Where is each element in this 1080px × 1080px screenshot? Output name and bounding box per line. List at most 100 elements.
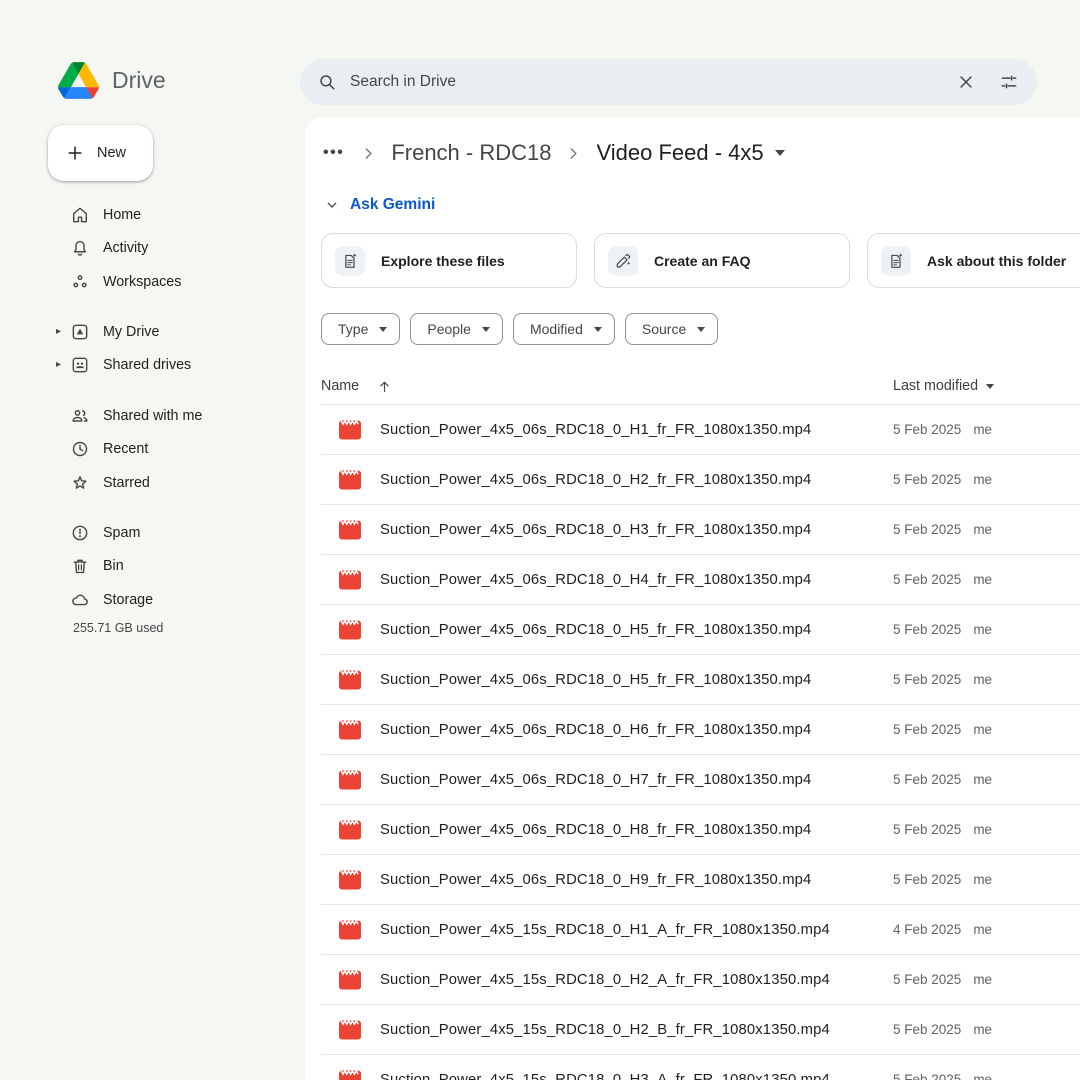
file-name-cell: Suction_Power_4x5_06s_RDC18_0_H7_fr_FR_1… (321, 769, 893, 791)
dropdown-caret-icon (594, 327, 602, 332)
last-modified-cell: 5 Feb 2025 me (893, 522, 992, 537)
file-name: Suction_Power_4x5_06s_RDC18_0_H3_fr_FR_1… (380, 522, 811, 538)
sidebar-item-label: Starred (103, 475, 150, 491)
people-icon (70, 406, 90, 426)
app-title: Drive (112, 67, 166, 94)
sidebar-item-my-drive[interactable]: ▸ My Drive (0, 315, 292, 349)
filter-label: People (427, 321, 471, 337)
table-header: Name Last modified (321, 368, 1080, 405)
column-header-name[interactable]: Name (321, 378, 893, 395)
search-input[interactable] (350, 73, 956, 91)
file-row[interactable]: Suction_Power_4x5_06s_RDC18_0_H1_fr_FR_1… (321, 405, 1080, 455)
sidebar-item-shared-with-me[interactable]: Shared with me (0, 399, 292, 433)
sort-ascending-arrow-icon[interactable] (376, 378, 393, 395)
sidebar-item-shared-drives[interactable]: ▸ Shared drives (0, 349, 292, 383)
modified-date: 5 Feb 2025 (893, 722, 961, 737)
search-icon[interactable] (317, 72, 337, 92)
dropdown-caret-icon (697, 327, 705, 332)
new-button-label: New (97, 145, 126, 161)
file-row[interactable]: Suction_Power_4x5_15s_RDC18_0_H1_A_fr_FR… (321, 905, 1080, 955)
file-row[interactable]: Suction_Power_4x5_06s_RDC18_0_H5_fr_FR_1… (321, 605, 1080, 655)
file-row[interactable]: Suction_Power_4x5_06s_RDC18_0_H4_fr_FR_1… (321, 555, 1080, 605)
video-file-icon (338, 419, 362, 441)
suggestion-create-an-faq[interactable]: Create an FAQ (594, 233, 850, 288)
advanced-search-tune-icon[interactable] (999, 72, 1019, 92)
sidebar-item-workspaces[interactable]: Workspaces (0, 265, 292, 299)
file-name: Suction_Power_4x5_06s_RDC18_0_H6_fr_FR_1… (380, 722, 811, 738)
last-modified-cell: 5 Feb 2025 me (893, 422, 992, 437)
last-modified-cell: 5 Feb 2025 me (893, 772, 992, 787)
doc-sparkle-icon (341, 252, 359, 270)
suggestion-icon-box (608, 246, 638, 276)
file-name: Suction_Power_4x5_15s_RDC18_0_H3_A_fr_FR… (380, 1072, 830, 1080)
file-name: Suction_Power_4x5_06s_RDC18_0_H1_fr_FR_1… (380, 422, 811, 438)
sidebar-item-label: Home (103, 207, 141, 223)
file-row[interactable]: Suction_Power_4x5_15s_RDC18_0_H2_B_fr_FR… (321, 1005, 1080, 1055)
spam-icon (70, 523, 90, 543)
suggestion-label: Create an FAQ (654, 253, 750, 269)
file-row[interactable]: Suction_Power_4x5_15s_RDC18_0_H3_A_fr_FR… (321, 1055, 1080, 1080)
filter-label: Source (642, 321, 686, 337)
expand-caret-icon[interactable]: ▸ (56, 327, 61, 337)
ask-gemini-toggle[interactable]: Ask Gemini (324, 196, 435, 214)
video-file-icon (338, 1069, 362, 1080)
pen-sparkle-icon (614, 252, 632, 270)
breadcrumb-current-folder[interactable]: Video Feed - 4x5 (596, 140, 784, 166)
clear-search-icon[interactable] (956, 72, 976, 92)
sidebar-item-spam[interactable]: Spam (0, 516, 292, 550)
suggestion-ask-about-this-folder[interactable]: Ask about this folder (867, 233, 1080, 288)
suggestion-label: Explore these files (381, 253, 505, 269)
file-name-cell: Suction_Power_4x5_06s_RDC18_0_H8_fr_FR_1… (321, 819, 893, 841)
file-row[interactable]: Suction_Power_4x5_06s_RDC18_0_H9_fr_FR_1… (321, 855, 1080, 905)
file-name-cell: Suction_Power_4x5_06s_RDC18_0_H5_fr_FR_1… (321, 619, 893, 641)
last-modified-cell: 5 Feb 2025 me (893, 872, 992, 887)
file-row[interactable]: Suction_Power_4x5_06s_RDC18_0_H2_fr_FR_1… (321, 455, 1080, 505)
suggestion-explore-these-files[interactable]: Explore these files (321, 233, 577, 288)
sidebar-item-recent[interactable]: Recent (0, 433, 292, 467)
video-file-icon (338, 669, 362, 691)
search-bar[interactable] (300, 59, 1037, 105)
file-row[interactable]: Suction_Power_4x5_06s_RDC18_0_H6_fr_FR_1… (321, 705, 1080, 755)
last-modified-cell: 5 Feb 2025 me (893, 472, 992, 487)
last-modified-cell: 5 Feb 2025 me (893, 1022, 992, 1037)
chevron-right-icon (564, 144, 583, 163)
sidebar-item-bin[interactable]: Bin (0, 550, 292, 584)
sidebar-item-label: Workspaces (103, 274, 181, 290)
file-name-cell: Suction_Power_4x5_06s_RDC18_0_H6_fr_FR_1… (321, 719, 893, 741)
file-row[interactable]: Suction_Power_4x5_06s_RDC18_0_H5_fr_FR_1… (321, 655, 1080, 705)
sidebar-item-activity[interactable]: Activity (0, 232, 292, 266)
filter-chip-modified[interactable]: Modified (513, 313, 615, 345)
breadcrumb-parent-folder[interactable]: French - RDC18 (391, 140, 551, 166)
filter-chip-source[interactable]: Source (625, 313, 718, 345)
suggestion-icon-box (335, 246, 365, 276)
file-name-cell: Suction_Power_4x5_06s_RDC18_0_H4_fr_FR_1… (321, 569, 893, 591)
modified-date: 5 Feb 2025 (893, 672, 961, 687)
sidebar-item-home[interactable]: Home (0, 198, 292, 232)
chevron-right-icon (359, 144, 378, 163)
video-file-icon (338, 569, 362, 591)
sidebar-item-storage[interactable]: Storage (0, 583, 292, 617)
modified-date: 5 Feb 2025 (893, 422, 961, 437)
sidebar-item-starred[interactable]: Starred (0, 466, 292, 500)
filter-chip-people[interactable]: People (410, 313, 503, 345)
drive-logo[interactable]: Drive (58, 62, 166, 99)
sidebar-group-shared: Shared with me Recent Starred (0, 399, 292, 500)
breadcrumb: ••• French - RDC18 Video Feed - 4x5 (321, 136, 785, 170)
video-file-icon (338, 1019, 362, 1041)
file-row[interactable]: Suction_Power_4x5_06s_RDC18_0_H8_fr_FR_1… (321, 805, 1080, 855)
filter-chip-type[interactable]: Type (321, 313, 400, 345)
expand-caret-icon[interactable]: ▸ (56, 360, 61, 370)
breadcrumb-more-icon[interactable]: ••• (321, 144, 346, 162)
column-header-last-modified[interactable]: Last modified (893, 378, 994, 394)
file-row[interactable]: Suction_Power_4x5_15s_RDC18_0_H2_A_fr_FR… (321, 955, 1080, 1005)
video-file-icon (338, 819, 362, 841)
new-button[interactable]: New (48, 125, 153, 181)
storage-used-label: 255.71 GB used (73, 621, 163, 635)
last-modified-cell: 5 Feb 2025 me (893, 722, 992, 737)
modified-by: me (973, 872, 992, 887)
folder-menu-caret-icon (775, 150, 785, 156)
file-name-cell: Suction_Power_4x5_15s_RDC18_0_H2_B_fr_FR… (321, 1019, 893, 1041)
file-row[interactable]: Suction_Power_4x5_06s_RDC18_0_H3_fr_FR_1… (321, 505, 1080, 555)
video-file-icon (338, 619, 362, 641)
file-row[interactable]: Suction_Power_4x5_06s_RDC18_0_H7_fr_FR_1… (321, 755, 1080, 805)
